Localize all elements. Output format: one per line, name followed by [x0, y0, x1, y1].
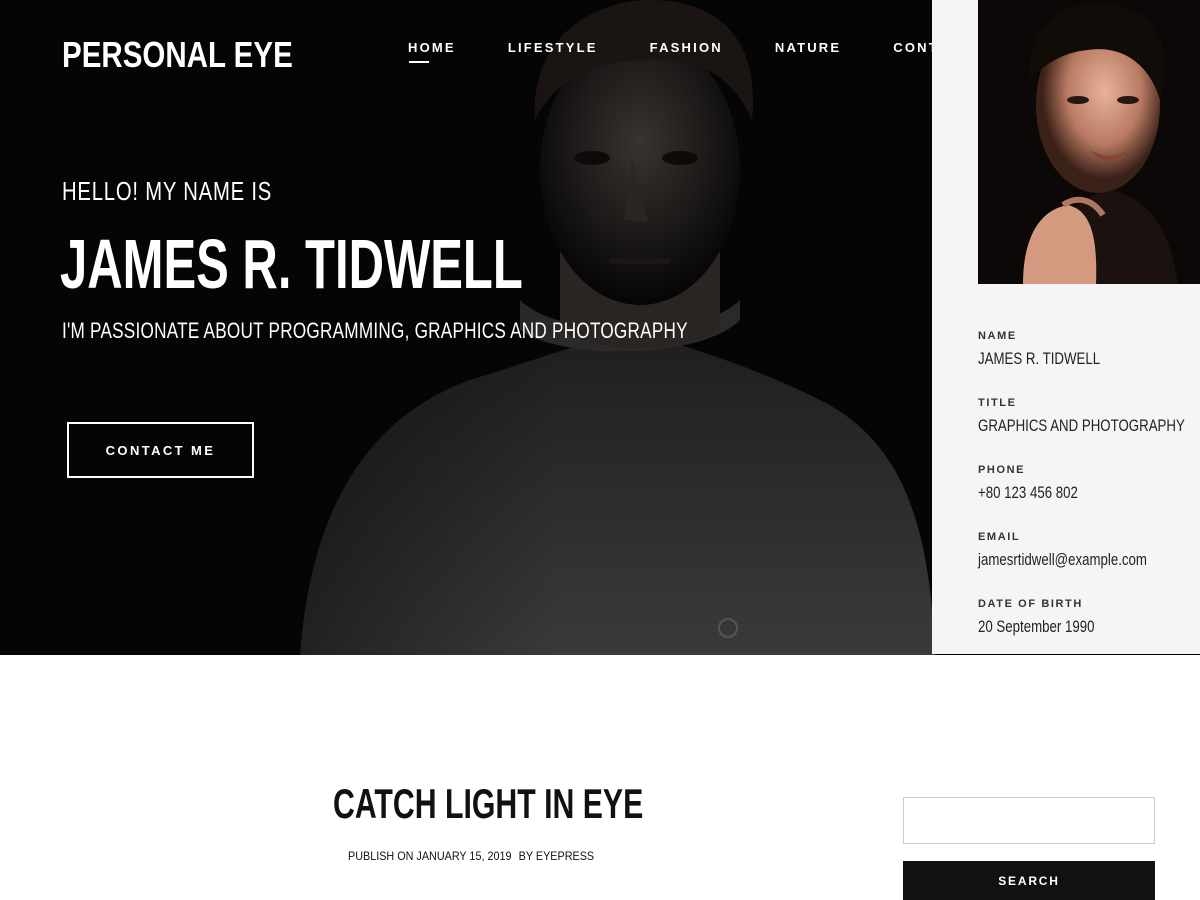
search-button[interactable]: SEARCH — [903, 861, 1155, 900]
profile-card: NAME JAMES R. TIDWELL TITLE GRAPHICS AND… — [932, 0, 1200, 654]
info-value[interactable]: +80 123 456 802 — [978, 483, 1150, 503]
info-value[interactable]: jamesrtidwell@example.com — [978, 550, 1150, 570]
site-brand[interactable]: PERSONAL EYE — [62, 34, 293, 76]
nav-item-fashion[interactable]: FASHION — [650, 40, 723, 60]
post-publish-date: PUBLISH ON JANUARY 15, 2019 — [348, 849, 512, 863]
info-label: PHONE — [978, 464, 1026, 476]
profile-photo — [978, 0, 1200, 284]
contact-me-button[interactable]: CONTACT ME — [67, 422, 254, 478]
post-meta: PUBLISH ON JANUARY 15, 2019 BY EYEPRESS — [348, 849, 594, 863]
info-value: 20 September 1990 — [978, 617, 1095, 636]
nav-item-nature[interactable]: NATURE — [775, 40, 841, 60]
post-author[interactable]: BY EYEPRESS — [519, 849, 594, 863]
hero-section: PERSONAL EYE HOME LIFESTYLE FASHION NATU… — [0, 0, 1200, 655]
profile-row-email: EMAIL jamesrtidwell@example.com — [978, 531, 1198, 598]
hero-greeting: HELLO! MY NAME IS — [62, 176, 273, 206]
hero-tagline: I'M PASSIONATE ABOUT PROGRAMMING, GRAPHI… — [62, 318, 688, 343]
info-label: DATE OF BIRTH — [978, 598, 1083, 610]
hero-name: JAMES R. TIDWELL — [60, 225, 523, 303]
main-nav: HOME LIFESTYLE FASHION NATURE CONTACT — [408, 40, 1023, 63]
profile-row-title: TITLE GRAPHICS AND PHOTOGRAPHY — [978, 397, 1198, 464]
nav-item-home[interactable]: HOME — [408, 40, 456, 63]
profile-info: NAME JAMES R. TIDWELL TITLE GRAPHICS AND… — [978, 330, 1198, 655]
info-value: GRAPHICS AND PHOTOGRAPHY — [978, 416, 1185, 435]
info-label: TITLE — [978, 397, 1017, 409]
info-value: JAMES R. TIDWELL — [978, 349, 1101, 368]
profile-row-name: NAME JAMES R. TIDWELL — [978, 330, 1198, 397]
info-label: NAME — [978, 330, 1017, 342]
search-input[interactable] — [903, 797, 1155, 844]
profile-row-phone: PHONE +80 123 456 802 — [978, 464, 1198, 531]
profile-row-dob: DATE OF BIRTH 20 September 1990 — [978, 598, 1198, 655]
nav-item-lifestyle[interactable]: LIFESTYLE — [508, 40, 598, 60]
info-label: EMAIL — [978, 531, 1021, 543]
post-title[interactable]: CATCH LIGHT IN EYE — [333, 780, 643, 828]
